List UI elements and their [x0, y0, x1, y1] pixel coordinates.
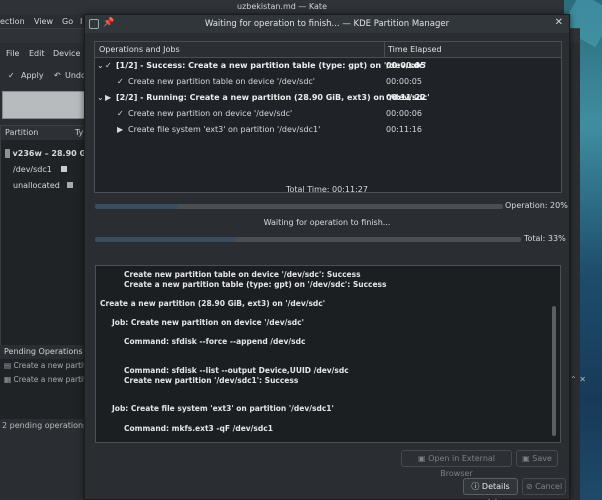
running-icon: ▶	[117, 125, 124, 134]
apply-button[interactable]: Apply	[21, 71, 44, 80]
checkmark-icon: ✓	[117, 109, 124, 118]
job-label: [1/2] - Success: Create a new partition …	[116, 61, 427, 70]
undo-button[interactable]: Undo	[65, 71, 86, 80]
log-line: Command: sfdisk --force --append /dev/sd…	[124, 337, 306, 347]
pending-item[interactable]: ▦ Create a new partition	[0, 373, 92, 387]
chevron-down-icon[interactable]: ⌄	[97, 61, 104, 70]
details-log[interactable]: Create new partition table on device '/d…	[95, 265, 561, 443]
job-row[interactable]: ✓ Create new partition on device '/dev/sd…	[95, 106, 561, 122]
log-line: Create a new partition table (type: gpt)…	[124, 279, 387, 289]
dialog-title: Waiting for operation to finish... — KDE…	[204, 19, 450, 29]
log-line: Create new partition '/dev/sdc1': Succes…	[124, 375, 299, 385]
progress-dialog: 📌 Waiting for operation to finish... — K…	[84, 14, 570, 500]
undo-icon: ↶	[54, 71, 61, 80]
kate-menu-more[interactable]: I	[80, 17, 82, 26]
job-row[interactable]: ⌄ ✓ [1/2] - Success: Create a new partitio…	[95, 58, 561, 74]
partition-row-unallocated[interactable]: unallocated	[1, 178, 91, 194]
column-time-elapsed[interactable]: Time Elapsed	[388, 45, 442, 54]
partition-row-sdc1[interactable]: /dev/sdc1	[1, 162, 91, 178]
log-line: Command: mkfs.ext3 -qF /dev/sdc1	[124, 423, 273, 433]
operation-progress-label: Operation: 20%	[505, 201, 568, 210]
info-icon: ⓘ	[471, 482, 482, 491]
job-row[interactable]: ⌄ ▶ [2/2] - Running: Create a new partitio…	[95, 90, 561, 106]
device-usage-bar	[2, 91, 92, 119]
job-time: 00:00:06	[386, 109, 422, 118]
chevron-down-icon[interactable]: ⌄	[97, 93, 104, 102]
pending-operations-header: Pending Operations	[0, 345, 92, 359]
column-operations-and-jobs[interactable]: Operations and Jobs	[99, 45, 180, 54]
job-time: 00:11:16	[386, 125, 422, 134]
kate-menu-view[interactable]: View	[34, 17, 53, 26]
cancel-button[interactable]: ⊘ Cancel	[522, 478, 566, 495]
waiting-text: Waiting for operation to finish...	[263, 218, 391, 227]
job-time: 00:11:22	[386, 93, 426, 102]
close-icon[interactable]: ✕	[555, 17, 563, 28]
cancel-icon: ⊘	[525, 482, 536, 491]
kate-menu-selection[interactable]: ection	[0, 17, 25, 26]
pm-menu-file[interactable]: File	[6, 49, 19, 58]
partition-table: Partition Ty v236w – 28.90 GiB /dev/sdc1…	[0, 125, 92, 363]
job-row[interactable]: ▶ Create file system 'ext3' on partition …	[95, 122, 561, 138]
checkmark-icon: ✓	[117, 77, 124, 86]
save-button[interactable]: ▣ Save	[516, 450, 558, 467]
job-label: [2/2] - Running: Create a new partition …	[116, 93, 430, 102]
drive-icon	[5, 149, 10, 158]
total-progress-bar	[95, 237, 521, 242]
operation-progress-bar	[95, 204, 503, 209]
pending-panel-controls[interactable]: ⌃ ✕	[570, 375, 598, 385]
browser-icon: ▣	[417, 454, 429, 463]
log-line: Create a new partition (28.90 GiB, ext3)…	[100, 298, 326, 308]
log-line: Create new partition table on device '/d…	[124, 270, 361, 279]
partition-column-header[interactable]: Partition Ty	[1, 126, 91, 140]
job-row[interactable]: ✓ Create new partition table on device '/…	[95, 74, 561, 90]
total-time: Total Time: 00:11:27	[286, 185, 368, 194]
total-progress-label: Total: 33%	[524, 234, 566, 243]
pending-item[interactable]: ▤ Create a new partition	[0, 359, 92, 373]
job-label: Create new partition on device '/dev/sdc…	[128, 109, 293, 118]
save-icon: ▣	[522, 454, 533, 463]
pm-status-text: 2 pending operations	[2, 421, 88, 430]
details-button[interactable]: ⓘ Details <<	[463, 478, 518, 500]
device-row[interactable]: v236w – 28.90 GiB	[1, 146, 91, 162]
apply-icon: ✓	[8, 71, 15, 80]
dialog-titlebar: 📌 Waiting for operation to finish... — K…	[85, 15, 569, 33]
pm-menu-device[interactable]: Device	[53, 49, 80, 58]
partition-color-icon	[66, 182, 73, 188]
jobs-tree: Operations and Jobs Time Elapsed ⌄ ✓ [1/2]…	[94, 41, 562, 193]
log-line: Job: Create file system 'ext3' on partit…	[112, 404, 334, 414]
job-label: Create file system 'ext3' on partition '…	[128, 125, 321, 134]
log-scrollbar[interactable]	[552, 306, 556, 436]
job-label: Create new partition table on device '/d…	[128, 77, 315, 86]
checkmark-icon: ✓	[105, 61, 112, 70]
log-line: Command: sfdisk --list --output Device,U…	[124, 366, 349, 375]
running-icon: ▶	[105, 93, 112, 102]
log-line: Job: Create new partition on device '/de…	[112, 318, 304, 327]
job-time: 00:00:05	[386, 61, 426, 70]
partition-color-icon	[60, 166, 67, 172]
pending-operations-list: ▤ Create a new partition ▦ Create a new …	[0, 359, 92, 419]
job-time: 00:00:05	[386, 77, 422, 86]
open-in-external-browser-button[interactable]: ▣ Open in External Browser	[401, 450, 512, 478]
jobs-header: Operations and Jobs Time Elapsed	[95, 42, 561, 58]
kate-menu-go[interactable]: Go	[62, 17, 73, 26]
pm-menu-edit[interactable]: Edit	[29, 49, 45, 58]
kate-title: uzbekistan.md — Kate	[0, 0, 564, 14]
